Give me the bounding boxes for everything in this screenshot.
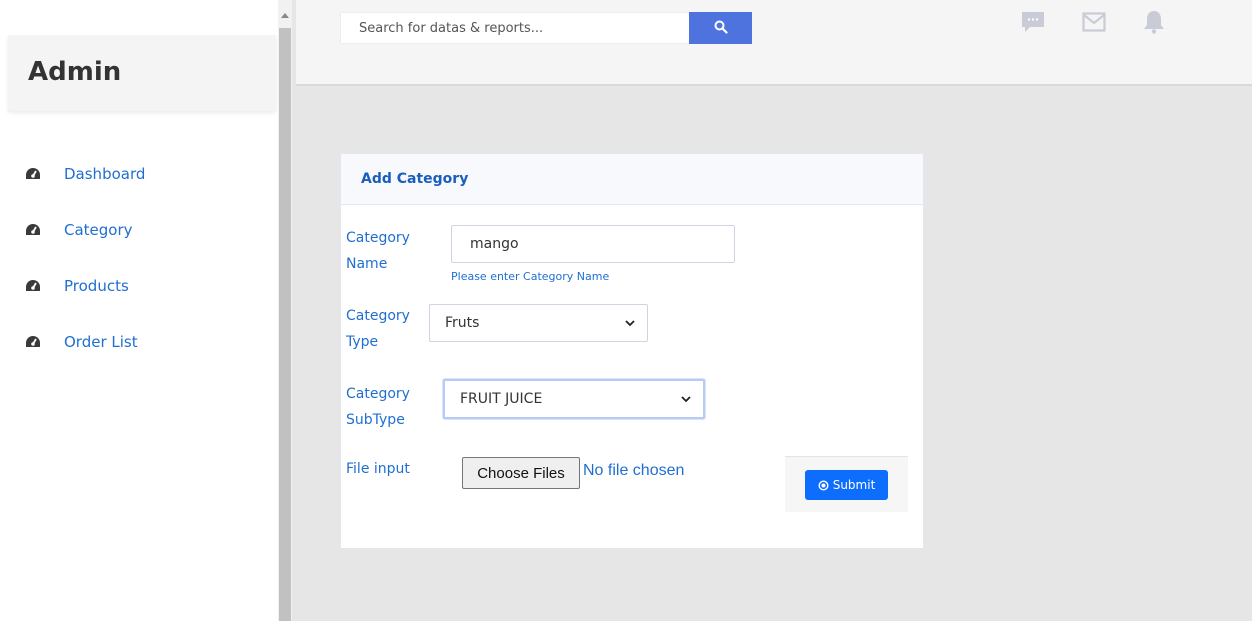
circle-dot-icon [818, 479, 829, 491]
sidebar: Admin Dashboard Category Products Order … [0, 0, 278, 621]
sidebar-item-label: Dashboard [64, 165, 146, 183]
sidebar-scrollbar[interactable] [278, 0, 292, 621]
category-name-label-line1: Category [346, 230, 410, 246]
tachometer-icon [24, 333, 42, 351]
sidebar-item-order-list[interactable]: Order List [24, 328, 264, 356]
card-title: Add Category [361, 171, 469, 187]
category-type-select[interactable]: Fruts [429, 304, 648, 342]
sidebar-item-label: Order List [64, 333, 138, 351]
sidebar-item-dashboard[interactable]: Dashboard [24, 160, 264, 188]
search-icon [714, 20, 728, 37]
brand-title: Admin [28, 57, 122, 87]
file-input-label: File input [346, 461, 410, 477]
sidebar-item-label: Products [64, 277, 129, 295]
search-input[interactable] [340, 12, 690, 44]
add-category-card: Add Category Category Name Please enter … [340, 153, 924, 549]
category-name-help: Please enter Category Name [451, 270, 610, 283]
scroll-up-arrow-icon[interactable] [278, 8, 292, 22]
submit-button[interactable]: Submit [805, 470, 888, 500]
category-subtype-label-line2: SubType [346, 412, 405, 428]
brand-panel: Admin [8, 35, 276, 111]
submit-footer: Submit [785, 456, 908, 512]
chevron-down-icon [681, 391, 691, 407]
search-button[interactable] [689, 12, 752, 44]
category-subtype-label-line1: Category [346, 386, 410, 402]
sidebar-item-category[interactable]: Category [24, 216, 264, 244]
scroll-thumb[interactable] [279, 28, 291, 621]
tachometer-icon [24, 165, 42, 183]
category-subtype-value: FRUIT JUICE [460, 391, 543, 407]
message-icon[interactable] [1020, 10, 1046, 34]
tachometer-icon [24, 221, 42, 239]
file-status-text: No file chosen [583, 462, 685, 479]
sidebar-item-products[interactable]: Products [24, 272, 264, 300]
tachometer-icon [24, 277, 42, 295]
category-type-value: Fruts [445, 315, 480, 331]
chevron-down-icon [625, 315, 635, 331]
sidebar-item-label: Category [64, 221, 133, 239]
submit-label: Submit [832, 478, 876, 492]
category-subtype-select[interactable]: FRUIT JUICE [443, 379, 705, 419]
category-type-label-line1: Category [346, 308, 410, 324]
card-header: Add Category [341, 154, 923, 205]
topbar [296, 0, 1252, 86]
mail-icon[interactable] [1081, 10, 1107, 34]
category-type-label-line2: Type [346, 334, 379, 350]
choose-files-button[interactable]: Choose Files [462, 457, 580, 489]
category-name-input[interactable] [451, 225, 735, 263]
bell-icon[interactable] [1141, 10, 1167, 34]
category-name-label-line2: Name [346, 256, 388, 272]
